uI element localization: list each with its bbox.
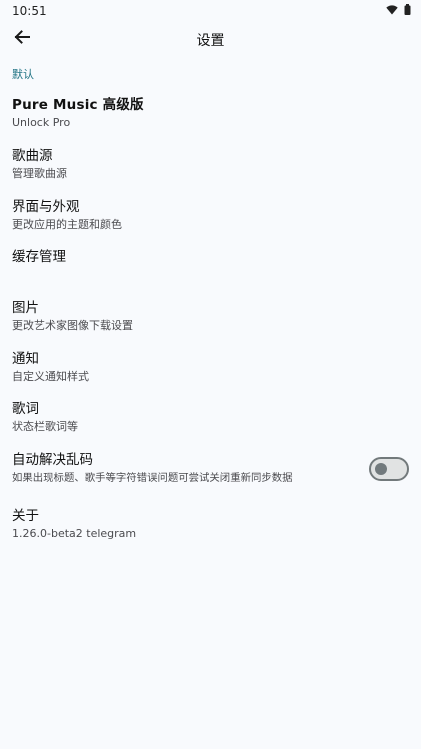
item-subtitle: 如果出现标题、歌手等字符错误问题可尝试关闭重新同步数据 [12, 472, 293, 484]
app-bar: 设置 [0, 22, 421, 58]
item-title: 通知 [12, 351, 39, 367]
settings-item-song-source[interactable]: 歌曲源 管理歌曲源 [0, 147, 421, 185]
settings-item-auto-fix-encoding[interactable]: 自动解决乱码 如果出现标题、歌手等字符错误问题可尝试关闭重新同步数据 [0, 451, 421, 495]
settings-item-cache[interactable]: 缓存管理 [0, 248, 421, 286]
settings-item-images[interactable]: 图片 更改艺术家图像下载设置 [0, 299, 421, 337]
item-title: 界面与外观 [12, 199, 80, 215]
item-subtitle: Unlock Pro [12, 116, 71, 129]
item-title: 歌曲源 [12, 148, 53, 164]
settings-item-appearance[interactable]: 界面与外观 更改应用的主题和颜色 [0, 198, 421, 236]
back-button[interactable] [9, 26, 35, 52]
auto-fix-encoding-toggle[interactable] [369, 457, 409, 481]
section-header: 默认 [12, 68, 34, 81]
status-bar: 10:51 [0, 0, 421, 22]
arrow-left-icon [14, 29, 30, 49]
status-time: 10:51 [12, 4, 47, 18]
item-title: 歌词 [12, 401, 39, 417]
item-title: 自动解决乱码 [12, 452, 93, 468]
item-title: 缓存管理 [12, 249, 66, 265]
item-title: 图片 [12, 300, 39, 316]
settings-item-pro[interactable]: Pure Music 高级版 Unlock Pro [0, 96, 421, 134]
item-title: 关于 [12, 508, 39, 524]
item-subtitle: 管理歌曲源 [12, 167, 67, 180]
item-subtitle: 更改应用的主题和颜色 [12, 218, 122, 231]
item-title: Pure Music 高级版 [12, 97, 144, 113]
settings-item-lyrics[interactable]: 歌词 状态栏歌词等 [0, 400, 421, 438]
status-icons [386, 4, 411, 18]
item-subtitle: 状态栏歌词等 [12, 420, 78, 433]
settings-item-notification[interactable]: 通知 自定义通知样式 [0, 350, 421, 388]
battery-icon [404, 4, 411, 18]
page-title: 设置 [196, 33, 225, 49]
settings-item-about[interactable]: 关于 1.26.0-beta2 telegram [0, 507, 421, 545]
wifi-icon [386, 4, 398, 18]
toggle-thumb [375, 463, 387, 475]
item-subtitle: 自定义通知样式 [12, 370, 89, 383]
item-subtitle: 更改艺术家图像下载设置 [12, 319, 133, 332]
item-subtitle: 1.26.0-beta2 telegram [12, 527, 137, 540]
